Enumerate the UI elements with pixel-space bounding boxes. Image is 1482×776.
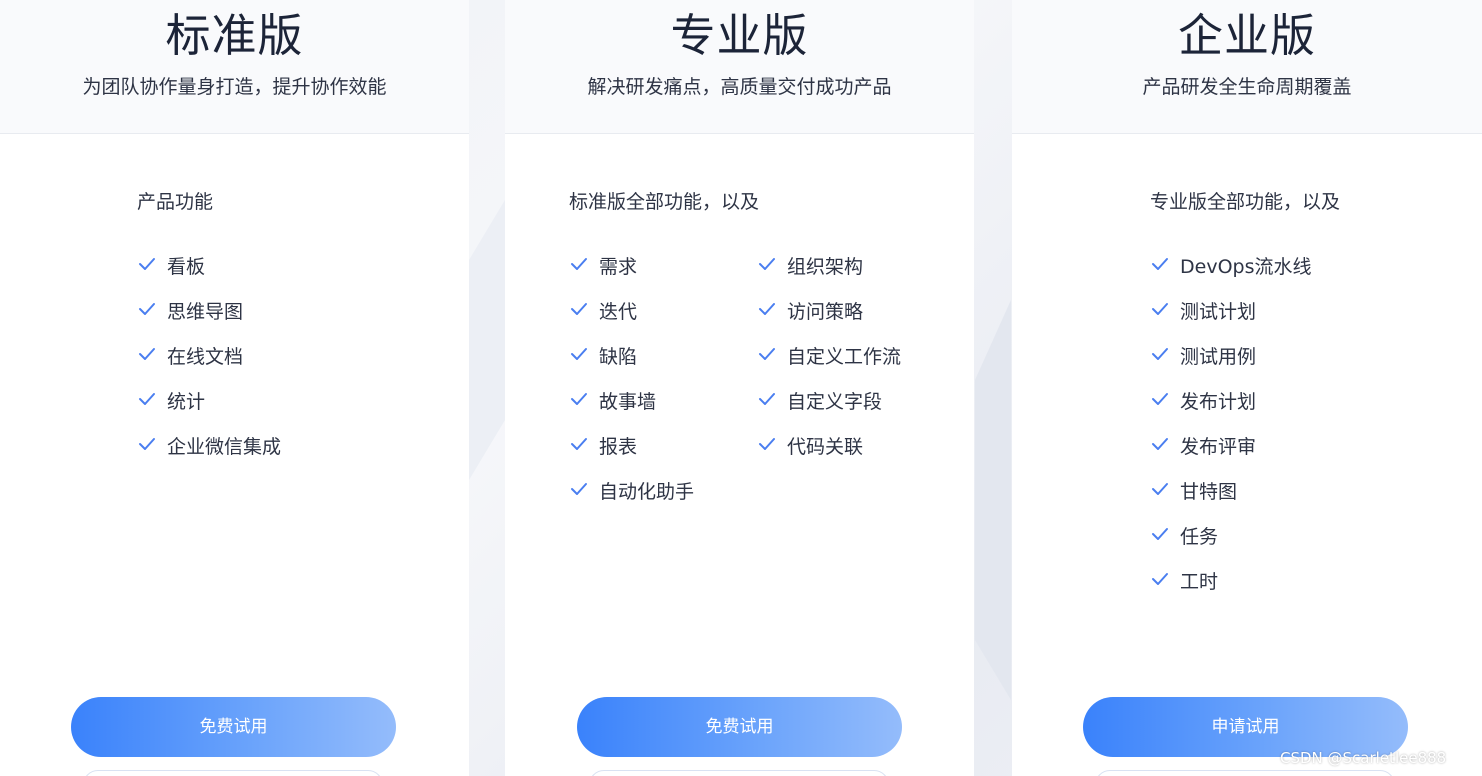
watermark: CSDN @Scarletlee888 (1280, 749, 1447, 767)
feature-item: 测试用例 (1150, 344, 1256, 370)
feature-label: 自定义字段 (787, 391, 883, 413)
feature-label: DevOps流水线 (1180, 256, 1312, 278)
check-icon (571, 393, 587, 405)
feature-label: 测试计划 (1180, 301, 1257, 323)
check-icon (139, 348, 155, 360)
feature-item: DevOps流水线 (1150, 254, 1311, 280)
feature-label: 代码关联 (787, 436, 864, 458)
plan-card-professional: 专业版 解决研发痛点，高质量交付成功产品 标准版全部功能，以及 需求 迭代 缺陷… (505, 0, 974, 776)
features-heading: 产品功能 (137, 191, 214, 213)
feature-label: 缺陷 (599, 346, 638, 368)
feature-label: 在线文档 (167, 346, 244, 368)
feature-item: 缺陷 (569, 344, 637, 370)
plan-header: 专业版 解决研发痛点，高质量交付成功产品 (505, 0, 974, 134)
plan-subtitle: 解决研发痛点，高质量交付成功产品 (587, 76, 892, 98)
feature-label: 发布评审 (1180, 436, 1257, 458)
check-icon (1152, 438, 1168, 450)
check-icon (571, 348, 587, 360)
feature-label: 测试用例 (1180, 346, 1257, 368)
feature-item: 发布计划 (1150, 389, 1256, 415)
feature-label: 工时 (1180, 571, 1219, 593)
feature-item: 代码关联 (757, 434, 863, 460)
features-heading: 专业版全部功能，以及 (1150, 191, 1341, 213)
feature-item: 在线文档 (137, 344, 243, 370)
plan-header: 企业版 产品研发全生命周期覆盖 (1012, 0, 1482, 134)
secondary-button[interactable] (83, 770, 383, 776)
check-icon (1152, 393, 1168, 405)
plan-header: 标准版 为团队协作量身打造，提升协作效能 (0, 0, 469, 134)
check-icon (759, 348, 775, 360)
feature-label: 组织架构 (787, 256, 864, 278)
plan-subtitle: 产品研发全生命周期覆盖 (1142, 76, 1352, 98)
features-heading: 标准版全部功能，以及 (569, 191, 760, 213)
feature-label: 看板 (167, 256, 206, 278)
plan-title: 企业版 (1177, 9, 1316, 62)
feature-item: 测试计划 (1150, 299, 1256, 325)
feature-item: 企业微信集成 (137, 434, 281, 460)
check-icon (759, 393, 775, 405)
check-icon (1152, 483, 1168, 495)
feature-item: 统计 (137, 389, 205, 415)
plan-title: 标准版 (165, 9, 304, 62)
secondary-button[interactable] (589, 770, 889, 776)
feature-item: 甘特图 (1150, 479, 1237, 505)
feature-label: 自动化助手 (599, 481, 695, 503)
feature-item: 需求 (569, 254, 637, 280)
check-icon (759, 303, 775, 315)
free-trial-button[interactable]: 免费试用 (577, 697, 902, 757)
check-icon (1152, 348, 1168, 360)
plan-card-enterprise: 企业版 产品研发全生命周期覆盖 专业版全部功能，以及 DevOps流水线 测试计… (1012, 0, 1482, 776)
feature-item: 报表 (569, 434, 637, 460)
check-icon (571, 303, 587, 315)
feature-label: 自定义工作流 (787, 346, 902, 368)
plan-title: 专业版 (670, 9, 809, 62)
feature-label: 访问策略 (787, 301, 864, 323)
check-icon (1152, 303, 1168, 315)
plan-card-standard: 标准版 为团队协作量身打造，提升协作效能 产品功能 看板 思维导图 在线文档 统… (0, 0, 469, 776)
check-icon (571, 483, 587, 495)
check-icon (139, 438, 155, 450)
secondary-button[interactable] (1095, 770, 1395, 776)
check-icon (139, 393, 155, 405)
feature-item: 自动化助手 (569, 479, 694, 505)
check-icon (1152, 258, 1168, 270)
feature-item: 工时 (1150, 569, 1218, 595)
check-icon (139, 303, 155, 315)
feature-item: 自定义工作流 (757, 344, 901, 370)
check-icon (571, 438, 587, 450)
feature-item: 访问策略 (757, 299, 863, 325)
feature-item: 思维导图 (137, 299, 243, 325)
check-icon (759, 438, 775, 450)
feature-item: 任务 (1150, 524, 1218, 550)
feature-item: 看板 (137, 254, 205, 280)
feature-label: 任务 (1180, 526, 1219, 548)
plan-subtitle: 为团队协作量身打造，提升协作效能 (82, 76, 387, 98)
feature-label: 报表 (599, 436, 638, 458)
feature-label: 需求 (599, 256, 638, 278)
feature-item: 故事墙 (569, 389, 656, 415)
feature-label: 统计 (167, 391, 206, 413)
feature-label: 故事墙 (599, 391, 657, 413)
check-icon (571, 258, 587, 270)
free-trial-button[interactable]: 免费试用 (71, 697, 396, 757)
feature-label: 发布计划 (1180, 391, 1257, 413)
feature-item: 自定义字段 (757, 389, 882, 415)
feature-label: 企业微信集成 (167, 436, 282, 458)
feature-item: 发布评审 (1150, 434, 1256, 460)
feature-label: 甘特图 (1180, 481, 1238, 503)
check-icon (1152, 573, 1168, 585)
feature-item: 迭代 (569, 299, 637, 325)
check-icon (759, 258, 775, 270)
check-icon (1152, 528, 1168, 540)
check-icon (139, 258, 155, 270)
feature-label: 思维导图 (167, 301, 244, 323)
feature-item: 组织架构 (757, 254, 863, 280)
feature-label: 迭代 (599, 301, 638, 323)
